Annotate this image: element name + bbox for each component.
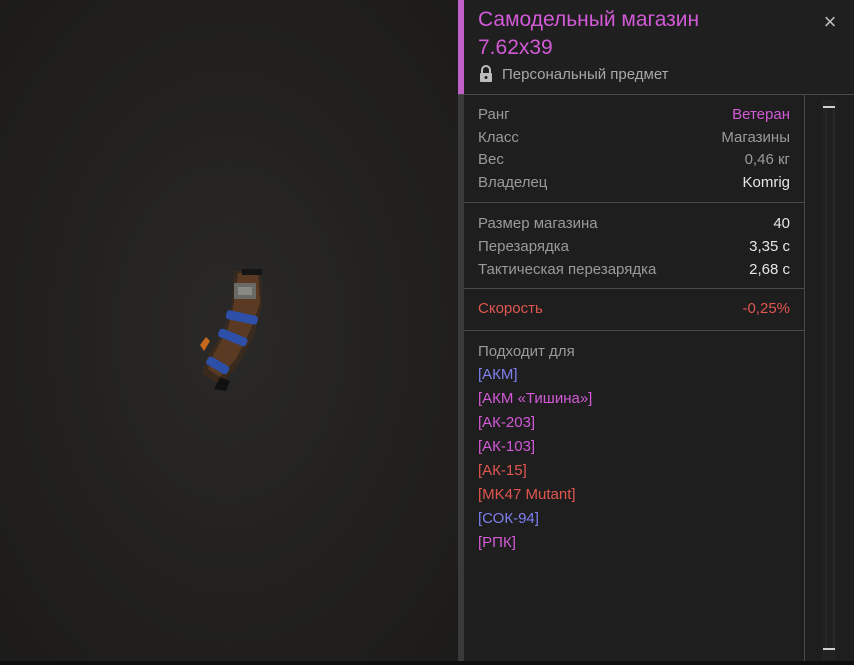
stat-value: Ветеран [732,106,790,123]
compatible-weapon-link[interactable]: [MK47 Mutant] [478,484,576,506]
item-title: Самодельный магазин 7.62x39 [478,8,700,59]
stat-label: Тактическая перезарядка [478,261,657,278]
personal-item-label: Персональный предмет [478,64,669,84]
rarity-accent-bar [458,0,464,94]
stat-label: Размер магазина [478,215,598,232]
stat-value: 3,35 с [749,238,790,255]
stat-value: Komrig [742,174,790,191]
stat-row-weight: Вес 0,46 кг [478,149,790,171]
scrollbar-top-cap [823,106,835,108]
personal-item-text: Персональный предмет [502,65,669,83]
basic-stats-section: Ранг Ветеран Класс Магазины Вес 0,46 кг … [464,94,804,203]
compatible-weapon-link[interactable]: [АК-203] [478,412,535,434]
stat-label: Владелец [478,174,548,191]
stat-value: 0,46 кг [744,151,790,168]
close-icon[interactable]: × [818,10,842,34]
compatible-weapon-link[interactable]: [АКМ] [478,364,518,386]
scrollbar-thumb[interactable] [826,110,834,650]
stat-value: Магазины [721,129,790,146]
stat-value: 40 [773,215,790,232]
stat-row-reload: Перезарядка 3,35 с [478,236,790,258]
magazine-model-image [200,269,262,391]
stat-row-rank: Ранг Ветеран [478,104,790,126]
compatible-weapon-link[interactable]: [РПК] [478,532,516,554]
compatible-weapon-link[interactable]: [АКМ «Тишина»] [478,388,592,410]
stat-label: Ранг [478,106,510,123]
compatible-weapon-link[interactable]: [СОК-94] [478,508,539,530]
scrollbar-bottom-cap [823,648,835,650]
stat-label: Класс [478,129,519,146]
stat-row-class: Класс Магазины [478,127,790,149]
stat-row-owner: Владелец Komrig [478,172,790,194]
stat-label: Перезарядка [478,238,569,255]
stat-value: 2,68 с [749,261,790,278]
stat-row-mag-size: Размер магазина 40 [478,213,790,235]
stat-label: Вес [478,151,504,168]
item-stats: Ранг Ветеран Класс Магазины Вес 0,46 кг … [464,94,805,665]
magazine-stats-section: Размер магазина 40 Перезарядка 3,35 с Та… [464,202,804,289]
compatible-weapon-link[interactable]: [АК-103] [478,436,535,458]
stat-label: Скорость [478,300,543,317]
speed-section: Скорость -0,25% [464,288,804,331]
stat-row-tactical-reload: Тактическая перезарядка 2,68 с [478,259,790,281]
compatible-title: Подходит для [478,343,575,360]
item-preview [0,0,458,665]
compatible-weapon-link[interactable]: [АК-15] [478,460,527,482]
bottom-edge [0,661,854,665]
stat-value: -0,25% [742,300,790,317]
lock-icon [480,65,492,82]
stat-row-speed: Скорость -0,25% [478,298,790,320]
